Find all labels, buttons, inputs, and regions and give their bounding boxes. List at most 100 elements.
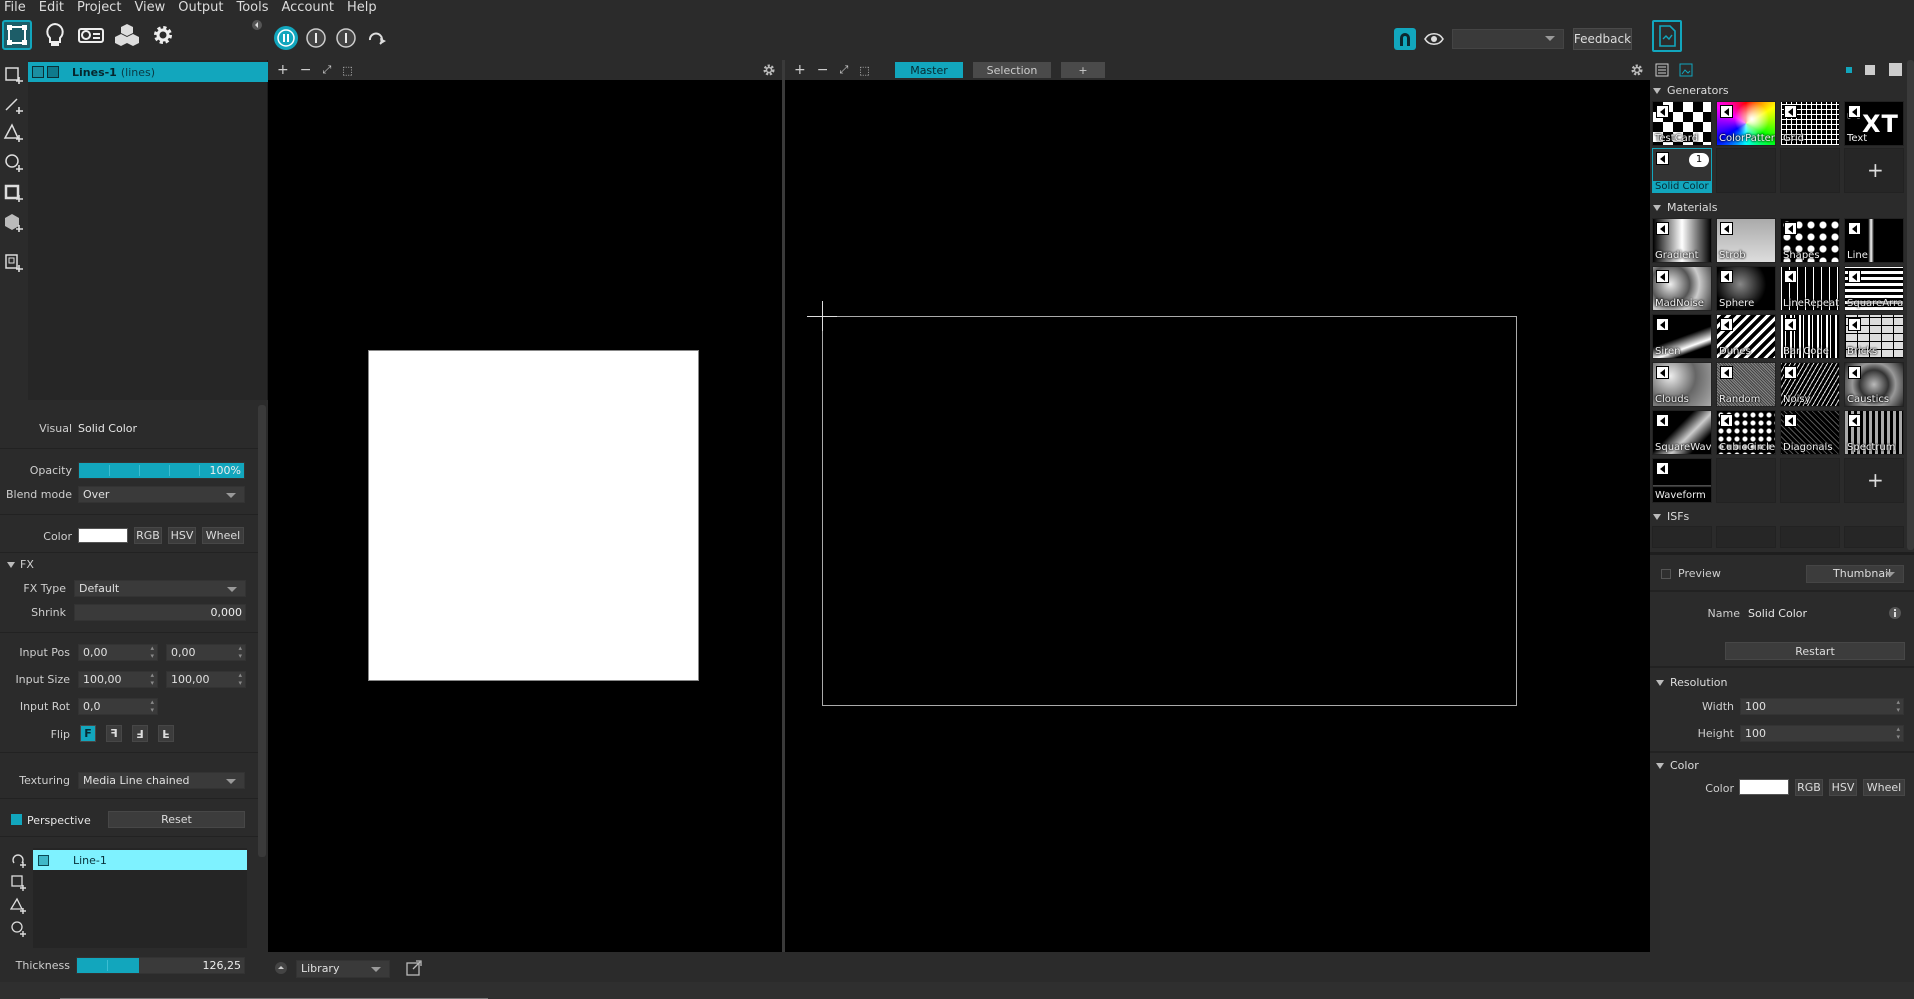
- play-icon[interactable]: [1656, 270, 1669, 283]
- play-icon[interactable]: [1848, 222, 1861, 235]
- output-select[interactable]: [1452, 29, 1564, 49]
- add-quad-icon[interactable]: [3, 64, 25, 86]
- add-mask-icon[interactable]: [3, 182, 25, 204]
- thumb-spectrum[interactable]: Spectrum: [1844, 410, 1904, 455]
- lock-icon[interactable]: [47, 66, 59, 78]
- input-pos-x-field[interactable]: 0,00: [78, 644, 158, 661]
- tab-add[interactable]: +: [1061, 62, 1105, 78]
- feedback-button[interactable]: Feedback: [1573, 28, 1632, 50]
- play-icon[interactable]: [1720, 222, 1733, 235]
- zoom-out-button-output[interactable]: −: [817, 62, 829, 78]
- image-view-icon[interactable]: [1679, 63, 1693, 77]
- add-triangle-icon[interactable]: [3, 122, 25, 144]
- wheel-button-right[interactable]: Wheel: [1863, 779, 1905, 796]
- add-3d-object-icon[interactable]: [3, 212, 25, 234]
- thumb-noisy[interactable]: Noisy: [1780, 362, 1840, 407]
- thumb-colorpattern[interactable]: ColorPattern: [1716, 101, 1776, 146]
- hsv-button-right[interactable]: HSV: [1829, 779, 1857, 796]
- thumb-clouds[interactable]: Clouds: [1652, 362, 1712, 407]
- gear-icon[interactable]: [762, 63, 776, 77]
- color-swatch[interactable]: [78, 528, 128, 543]
- thumb-bricks[interactable]: Bricks: [1844, 314, 1904, 359]
- output-mode-button[interactable]: [76, 20, 106, 50]
- collapse-up-icon[interactable]: [274, 961, 288, 975]
- play-icon[interactable]: [1656, 222, 1669, 235]
- add-quad-icon-small[interactable]: [10, 874, 28, 892]
- flip-none-button[interactable]: F: [80, 725, 96, 742]
- stop-all-button[interactable]: [334, 26, 358, 50]
- play-icon[interactable]: [1848, 270, 1861, 283]
- input-size-h-field[interactable]: 100,00: [166, 671, 246, 688]
- input-rot-field[interactable]: 0,0: [78, 698, 158, 715]
- loop-button[interactable]: [364, 26, 388, 50]
- width-field[interactable]: 100: [1740, 698, 1904, 715]
- play-icon[interactable]: [1656, 318, 1669, 331]
- add-circle-icon-small[interactable]: [10, 920, 28, 938]
- thumb-diagonals[interactable]: Diagonals: [1780, 410, 1840, 455]
- wheel-button[interactable]: Wheel: [202, 527, 244, 544]
- play-icon[interactable]: [1784, 270, 1797, 283]
- thumb-linerepeat[interactable]: LineRepeat: [1780, 266, 1840, 311]
- texturing-select[interactable]: Media Line chained: [78, 772, 245, 789]
- shape-visibility-checkbox[interactable]: [38, 854, 49, 866]
- notes-button[interactable]: [1652, 20, 1682, 52]
- play-icon[interactable]: [1848, 414, 1861, 427]
- thumb-sphere[interactable]: Sphere: [1716, 266, 1776, 311]
- thumb-siren[interactable]: Siren: [1652, 314, 1712, 359]
- menu-view[interactable]: View: [134, 0, 165, 16]
- menu-file[interactable]: File: [4, 0, 26, 16]
- play-icon[interactable]: [1720, 366, 1733, 379]
- menu-edit[interactable]: Edit: [39, 0, 64, 16]
- layer-row[interactable]: Lines-1 (lines): [28, 62, 268, 82]
- play-icon[interactable]: [1720, 270, 1733, 283]
- thumb-testcard[interactable]: TestCard: [1652, 101, 1712, 146]
- layer-visibility-checkbox[interactable]: [32, 66, 44, 78]
- thumb-squarewave[interactable]: SquareWave: [1652, 410, 1712, 455]
- shrink-slider[interactable]: 0,000: [74, 604, 246, 621]
- isfs-header[interactable]: ISFs: [1653, 510, 1689, 523]
- surface-mode-button[interactable]: [2, 20, 32, 50]
- thumb-cubiccircles[interactable]: CubicCircles: [1716, 410, 1776, 455]
- tab-selection[interactable]: Selection: [973, 62, 1051, 78]
- light-mode-button[interactable]: [40, 20, 70, 50]
- flip-vertical-button[interactable]: F: [158, 725, 174, 742]
- opacity-slider[interactable]: 100%: [78, 462, 245, 479]
- pause-button[interactable]: [274, 26, 298, 50]
- perspective-reset-button[interactable]: Reset: [108, 811, 245, 828]
- materials-header[interactable]: Materials: [1653, 201, 1717, 214]
- library-select[interactable]: Library: [296, 960, 390, 978]
- properties-scrollbar[interactable]: [258, 405, 266, 857]
- 3d-mode-button[interactable]: [112, 20, 142, 50]
- play-icon[interactable]: [1720, 318, 1733, 331]
- play-icon[interactable]: [1848, 366, 1861, 379]
- thumb-solid-color[interactable]: 1 Solid Color: [1652, 148, 1712, 193]
- perspective-checkbox[interactable]: [11, 814, 22, 825]
- thickness-slider[interactable]: 126,25: [76, 957, 245, 974]
- collapse-toolbar-button[interactable]: [252, 20, 262, 30]
- flip-horizontal-button[interactable]: F: [106, 725, 122, 742]
- blend-mode-select[interactable]: Over: [78, 486, 245, 503]
- thumb-text[interactable]: ⃩XT Text: [1844, 101, 1904, 146]
- thumb-size-large[interactable]: [1889, 63, 1902, 76]
- output-viewport[interactable]: [785, 80, 1650, 952]
- thumb-caustics[interactable]: Caustics: [1844, 362, 1904, 407]
- add-triangle-icon-small[interactable]: [10, 897, 28, 915]
- thumb-gradient[interactable]: Gradient: [1652, 218, 1712, 263]
- popout-icon[interactable]: [406, 960, 422, 976]
- thumb-size-small[interactable]: [1846, 67, 1852, 73]
- thumb-strob[interactable]: Strob: [1716, 218, 1776, 263]
- input-viewport[interactable]: [268, 80, 782, 952]
- list-view-icon[interactable]: [1655, 63, 1669, 77]
- generators-header[interactable]: Generators: [1653, 84, 1729, 97]
- stop-button[interactable]: [304, 26, 328, 50]
- tab-master[interactable]: Master: [895, 62, 963, 78]
- add-line-icon[interactable]: [3, 94, 25, 116]
- shape-row[interactable]: Line-1: [33, 850, 247, 870]
- play-icon[interactable]: [1784, 222, 1797, 235]
- restart-button[interactable]: Restart: [1725, 642, 1905, 660]
- thumb-random[interactable]: Random: [1716, 362, 1776, 407]
- input-surface-square[interactable]: [368, 350, 699, 681]
- menu-help[interactable]: Help: [347, 0, 377, 16]
- thumb-dunes[interactable]: Dunes: [1716, 314, 1776, 359]
- thumb-shapes[interactable]: Shapes: [1780, 218, 1840, 263]
